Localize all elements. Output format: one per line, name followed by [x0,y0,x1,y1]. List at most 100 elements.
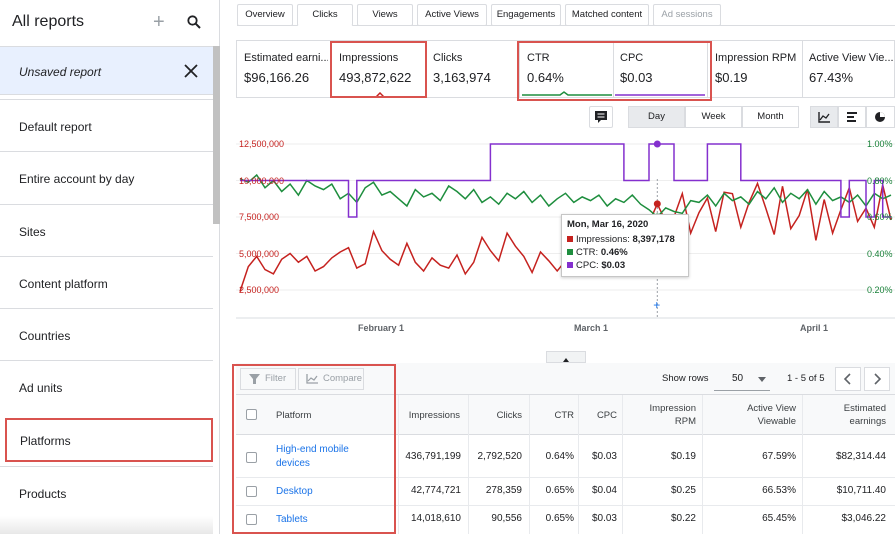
sidebar-item-countries[interactable]: Countries [0,308,213,360]
cell-impressions: 42,774,721 [410,485,461,496]
rows-per-page-select[interactable]: 50 [714,367,770,391]
tab-active-views[interactable]: Active Views [417,4,487,26]
sidebar-item-entire-account[interactable]: Entire account by day [0,151,213,203]
cell-cpc: $0.03 [591,513,617,524]
column-header-impressions[interactable]: Impressions [396,409,460,422]
pie-chart-icon [875,112,885,122]
y-tick-right: 1.00% [867,139,893,149]
chart-tooltip: Mon, Mar 16, 2020 Impressions: 8,397,178… [561,214,689,277]
tooltip-ctr: CTR: 0.46% [567,246,683,259]
sidebar-scrollbar[interactable] [213,46,220,224]
sidebar-item-label: Sites [19,225,46,239]
sidebar-item-products[interactable]: Products [0,466,213,518]
tooltip-impressions: Impressions: 8,397,178 [567,233,683,246]
column-header-ctr[interactable]: CTR [532,409,574,422]
cell-cpc: $0.03 [591,451,617,462]
cell-clicks: 278,359 [485,485,522,496]
table-highlight [232,364,396,534]
add-annotation-icon: + [653,298,660,312]
y-tick-right: 0.20% [867,285,893,295]
cell-clicks: 2,792,520 [477,451,523,462]
previous-page-button[interactable] [835,367,861,391]
collapse-chart-button[interactable] [546,351,586,363]
metric-value: $0.19 [715,70,748,85]
line-chart-icon [818,112,830,123]
metric-label: Active View Vie... [809,52,893,64]
tab-overview[interactable]: Overview [237,4,293,26]
column-header-cpc[interactable]: CPC [580,409,617,422]
close-icon[interactable] [183,63,199,79]
series-line-ctr [239,173,892,219]
impressions-highlight [330,41,427,98]
sidebar-item-label: Ad units [19,381,63,395]
tab-matched-content[interactable]: Matched content [565,4,649,26]
comment-icon [595,111,607,123]
search-icon[interactable] [186,14,202,30]
metric-value: 67.43% [809,70,854,85]
granularity-month[interactable]: Month [742,106,799,128]
sidebar-item-label: Platforms [20,434,71,448]
cell-viewable: 65.45% [762,513,796,524]
sidebar-item-label: Countries [19,329,71,343]
sidebar-item-sites[interactable]: Sites [0,204,213,256]
rows-per-page-value: 50 [732,373,744,384]
x-tick: April 1 [800,323,829,333]
y-tick-right: 0.60% [867,212,893,222]
unsaved-report-item[interactable]: Unsaved report [0,46,213,95]
metric-label: Estimated earni... [244,52,328,64]
cell-rpm: $0.22 [670,513,696,524]
tooltip-date: Mon, Mar 16, 2020 [567,219,649,230]
tab-engagements[interactable]: Engagements [491,4,561,26]
sidebar-item-ad-units[interactable]: Ad units [0,360,213,412]
line-chart-button[interactable] [810,106,838,128]
x-tick: March 1 [574,323,609,333]
pagination-range: 1 - 5 of 5 [787,373,825,384]
column-header-active-view[interactable]: Active View Viewable [726,402,796,428]
unsaved-report-label: Unsaved report [19,65,102,79]
hover-point [653,200,661,208]
y-tick-left: 2,500,000 [239,285,280,295]
sidebar-item-platforms[interactable]: Platforms [5,418,213,462]
next-page-button[interactable] [864,367,890,391]
metric-active-view-viewable[interactable]: Active View Vie... 67.43% [802,41,894,97]
ctr-cpc-highlight [517,41,712,101]
sidebar-item-content-platform[interactable]: Content platform [0,256,213,308]
pie-chart-button[interactable] [866,106,895,128]
column-header-clicks[interactable]: Clicks [470,409,522,422]
sidebar-fade [0,516,213,534]
sidebar-title: All reports [12,13,85,30]
show-rows-label: Show rows [662,373,709,384]
cell-earnings: $82,314.44 [835,451,886,462]
cell-ctr: 0.65% [545,513,574,524]
sidebar-header: All reports + [0,0,220,46]
granularity-week[interactable]: Week [685,106,742,128]
chevron-right-icon [874,373,882,385]
tab-ad-sessions: Ad sessions [653,4,721,26]
column-header-estimated-earnings[interactable]: Estimated earnings [826,402,886,428]
sidebar-item-label: Products [19,487,67,501]
cell-ctr: 0.64% [545,451,574,462]
add-icon[interactable]: + [153,10,165,34]
granularity-day[interactable]: Day [628,106,685,128]
hover-point [653,140,661,148]
tab-clicks[interactable]: Clicks [297,4,353,26]
sidebar-item-default-report[interactable]: Default report [0,99,213,151]
metric-impression-rpm[interactable]: Impression RPM $0.19 [708,41,802,97]
y-tick-left: 7,500,000 [239,212,280,222]
annotation-button[interactable] [589,106,613,128]
metric-estimated-earnings[interactable]: Estimated earni... $96,166.26 [237,41,331,97]
y-tick-left: 10,000,000 [239,176,285,186]
tab-views[interactable]: Views [357,4,413,26]
bar-chart-button[interactable] [838,106,866,128]
metric-value: $96,166.26 [244,70,310,85]
column-header-impression-rpm[interactable]: Impression RPM [642,402,696,428]
metric-clicks[interactable]: Clicks 3,163,974 [426,41,516,97]
cell-viewable: 66.53% [762,485,796,496]
sidebar-item-label: Default report [19,120,92,134]
cell-rpm: $0.25 [670,485,696,496]
cell-clicks: 90,556 [491,513,522,524]
bar-chart-icon [847,112,857,122]
cell-rpm: $0.19 [670,451,696,462]
chevron-down-icon [758,377,766,382]
sidebar-item-label: Content platform [19,277,108,291]
